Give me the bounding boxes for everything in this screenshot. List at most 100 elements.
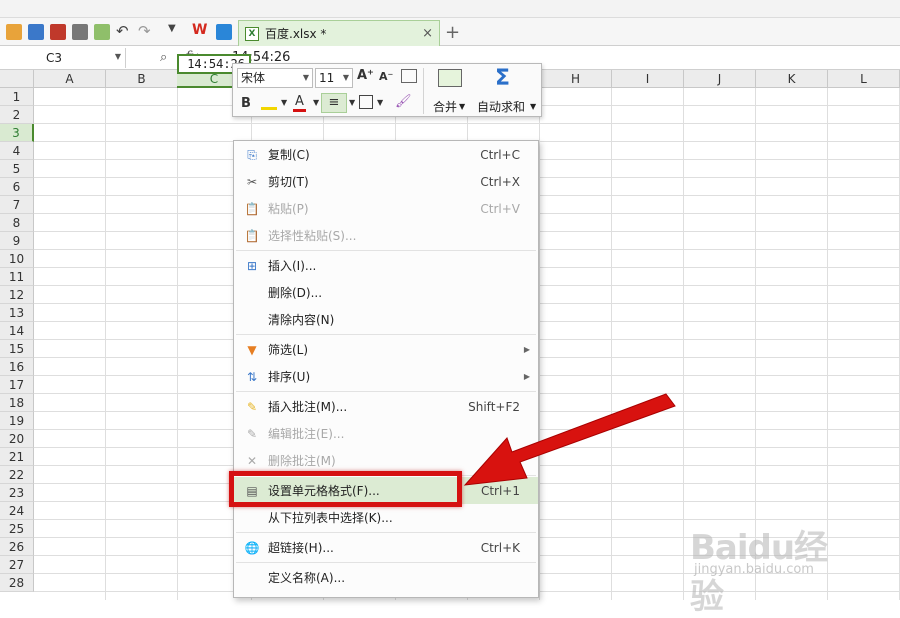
- print-preview-icon[interactable]: [94, 24, 110, 40]
- chevron-down-icon[interactable]: ▼: [459, 102, 465, 111]
- menu-item-6[interactable]: 清除内容(N): [234, 306, 538, 333]
- fill-color-icon[interactable]: [261, 94, 277, 110]
- menu-item-4[interactable]: ⊞ 插入(I)...: [234, 252, 538, 279]
- row-header-2[interactable]: 2: [0, 106, 34, 124]
- chevron-down-icon[interactable]: ▼: [313, 98, 319, 107]
- row-header-20[interactable]: 20: [0, 430, 34, 448]
- close-tab-icon[interactable]: ×: [422, 26, 433, 41]
- row-header-27[interactable]: 27: [0, 556, 34, 574]
- row-header-18[interactable]: 18: [0, 394, 34, 412]
- row-header-26[interactable]: 26: [0, 538, 34, 556]
- row-header-17[interactable]: 17: [0, 376, 34, 394]
- copy-icon: ⎘: [247, 147, 257, 162]
- menu-item-14[interactable]: 🌐 超链接(H)... Ctrl+K: [234, 534, 538, 561]
- menu-separator: [236, 391, 536, 392]
- sort-icon: ⇅: [246, 370, 258, 384]
- customize-dropdown-icon[interactable]: ▼: [168, 23, 184, 39]
- autosum-button-label[interactable]: 自动求和: [477, 98, 525, 115]
- autosum-sigma-icon[interactable]: Σ: [495, 66, 510, 91]
- menu-item-7[interactable]: ▼ 筛选(L) ▶: [234, 336, 538, 363]
- new-tab-plus-icon[interactable]: +: [445, 22, 460, 43]
- bold-button[interactable]: B: [241, 96, 251, 111]
- menu-item-shortcut: Ctrl+X: [480, 174, 520, 189]
- menu-item-0[interactable]: ⎘ 复制(C) Ctrl+C: [234, 141, 538, 168]
- chevron-down-icon[interactable]: ▼: [377, 98, 383, 107]
- menu-item-5[interactable]: 删除(D)...: [234, 279, 538, 306]
- row-header-19[interactable]: 19: [0, 412, 34, 430]
- menu-item-shortcut: Ctrl+1: [480, 483, 520, 498]
- menu-item-label: 剪切(T): [268, 175, 309, 189]
- grid-vline: [177, 88, 178, 600]
- row-header-13[interactable]: 13: [0, 304, 34, 322]
- select-all-corner[interactable]: [0, 70, 34, 88]
- row-header-6[interactable]: 6: [0, 178, 34, 196]
- row-header-5[interactable]: 5: [0, 160, 34, 178]
- chevron-down-icon[interactable]: ▼: [530, 102, 536, 111]
- row-header-22[interactable]: 22: [0, 466, 34, 484]
- print-icon[interactable]: [72, 24, 88, 40]
- cut-scissors-icon: ✂: [246, 175, 258, 189]
- menu-item-label: 删除批注(M): [268, 454, 336, 468]
- row-header-16[interactable]: 16: [0, 358, 34, 376]
- row-header-28[interactable]: 28: [0, 574, 34, 592]
- chevron-down-icon[interactable]: ▼: [349, 98, 355, 107]
- menu-item-15[interactable]: 定义名称(A)...: [234, 564, 538, 591]
- merge-button-label[interactable]: 合并: [433, 98, 457, 115]
- row-header-10[interactable]: 10: [0, 250, 34, 268]
- row-header-15[interactable]: 15: [0, 340, 34, 358]
- open-folder-icon[interactable]: [6, 24, 22, 40]
- tab-document[interactable]: X 百度.xlsx * ×: [238, 20, 440, 46]
- wps-logo-icon[interactable]: W: [192, 22, 208, 38]
- chevron-down-icon[interactable]: ▼: [281, 98, 287, 107]
- column-header-i[interactable]: I: [612, 70, 684, 88]
- cube-app-icon[interactable]: [216, 24, 232, 40]
- export-pdf-icon[interactable]: [50, 24, 66, 40]
- row-header-1[interactable]: 1: [0, 88, 34, 106]
- font-name-select[interactable]: 宋体 ▼: [237, 68, 313, 88]
- delete-comment-icon: ✕: [246, 454, 258, 468]
- row-header-7[interactable]: 7: [0, 196, 34, 214]
- font-color-icon[interactable]: A: [293, 94, 306, 112]
- redo-icon[interactable]: ↷: [138, 22, 154, 40]
- save-icon[interactable]: [28, 24, 44, 40]
- row-header-4[interactable]: 4: [0, 142, 34, 160]
- merge-cells-icon[interactable]: [438, 69, 462, 87]
- chevron-down-icon[interactable]: ▼: [343, 69, 349, 87]
- format-painter-icon[interactable]: 🖌: [395, 94, 412, 109]
- grid-hline: [34, 123, 900, 124]
- name-box[interactable]: C3 ▼: [0, 48, 126, 68]
- align-center-icon[interactable]: ≡: [321, 93, 347, 113]
- column-header-k[interactable]: K: [756, 70, 828, 88]
- zoom-search-icon[interactable]: ⌕: [160, 50, 167, 65]
- font-size-select[interactable]: 11 ▼: [315, 68, 353, 88]
- column-header-j[interactable]: J: [684, 70, 756, 88]
- menu-item-1[interactable]: ✂ 剪切(T) Ctrl+X: [234, 168, 538, 195]
- row-header-8[interactable]: 8: [0, 214, 34, 232]
- column-header-h[interactable]: H: [540, 70, 612, 88]
- column-header-l[interactable]: L: [828, 70, 900, 88]
- borders-icon[interactable]: [359, 95, 373, 109]
- row-header-21[interactable]: 21: [0, 448, 34, 466]
- increase-font-icon[interactable]: A⁺: [357, 68, 374, 83]
- menu-item-3: 📋 选择性粘贴(S)...: [234, 222, 538, 249]
- row-header-14[interactable]: 14: [0, 322, 34, 340]
- row-header-25[interactable]: 25: [0, 520, 34, 538]
- row-header-9[interactable]: 9: [0, 232, 34, 250]
- chevron-down-icon[interactable]: ▼: [115, 52, 121, 61]
- row-header-3[interactable]: 3: [0, 124, 34, 142]
- menu-item-8[interactable]: ⇅ 排序(U) ▶: [234, 363, 538, 390]
- row-header-24[interactable]: 24: [0, 502, 34, 520]
- toolbar-divider: [423, 68, 424, 114]
- decrease-font-icon[interactable]: A⁻: [379, 70, 393, 83]
- row-header-23[interactable]: 23: [0, 484, 34, 502]
- row-header-12[interactable]: 12: [0, 286, 34, 304]
- row-header-11[interactable]: 11: [0, 268, 34, 286]
- menu-item-label: 排序(U): [268, 370, 311, 384]
- menu-item-9[interactable]: ✎ 插入批注(M)... Shift+F2: [234, 393, 538, 420]
- menu-item-13[interactable]: 从下拉列表中选择(K)...: [234, 504, 538, 531]
- column-header-b[interactable]: B: [106, 70, 178, 88]
- undo-icon[interactable]: ↶: [116, 22, 132, 40]
- chevron-down-icon[interactable]: ▼: [303, 69, 309, 87]
- column-header-a[interactable]: A: [34, 70, 106, 88]
- wrap-text-icon[interactable]: [401, 69, 417, 83]
